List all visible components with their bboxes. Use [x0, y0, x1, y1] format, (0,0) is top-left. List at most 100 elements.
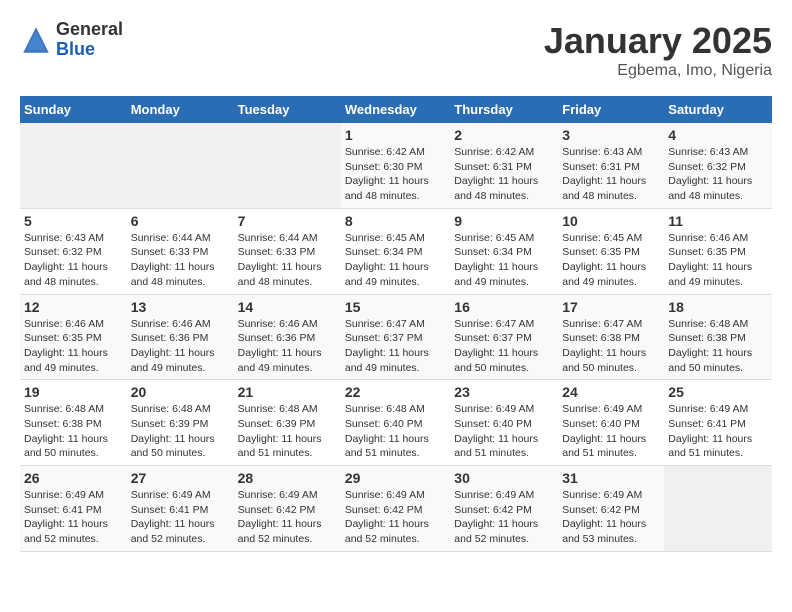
weekday-header-row: Sunday Monday Tuesday Wednesday Thursday…	[20, 96, 772, 123]
day-info: Sunrise: 6:47 AM Sunset: 6:37 PM Dayligh…	[454, 317, 554, 376]
calendar-cell: 2 Sunrise: 6:42 AM Sunset: 6:31 PM Daylig…	[450, 123, 558, 208]
calendar-cell: 4 Sunrise: 6:43 AM Sunset: 6:32 PM Daylig…	[664, 123, 772, 208]
calendar-cell: 19 Sunrise: 6:48 AM Sunset: 6:38 PM Dayli…	[20, 380, 127, 466]
day-number: 16	[454, 299, 554, 315]
day-info: Sunrise: 6:44 AM Sunset: 6:33 PM Dayligh…	[238, 231, 337, 290]
page-header: General Blue January 2025 Egbema, Imo, N…	[20, 20, 772, 80]
calendar-cell: 15 Sunrise: 6:47 AM Sunset: 6:37 PM Dayli…	[341, 294, 450, 380]
day-info: Sunrise: 6:49 AM Sunset: 6:42 PM Dayligh…	[562, 488, 660, 547]
day-number: 8	[345, 213, 446, 229]
day-number: 1	[345, 127, 446, 143]
day-number: 14	[238, 299, 337, 315]
calendar-cell: 25 Sunrise: 6:49 AM Sunset: 6:41 PM Dayli…	[664, 380, 772, 466]
calendar-cell: 24 Sunrise: 6:49 AM Sunset: 6:40 PM Dayli…	[558, 380, 664, 466]
day-number: 13	[131, 299, 230, 315]
day-number: 10	[562, 213, 660, 229]
calendar-week-row: 5 Sunrise: 6:43 AM Sunset: 6:32 PM Daylig…	[20, 208, 772, 294]
day-number: 6	[131, 213, 230, 229]
title-area: January 2025 Egbema, Imo, Nigeria	[544, 20, 772, 80]
day-number: 25	[668, 384, 768, 400]
calendar-cell: 6 Sunrise: 6:44 AM Sunset: 6:33 PM Daylig…	[127, 208, 234, 294]
calendar-cell: 9Sunrise: 6:45 AM Sunset: 6:34 PM Daylig…	[450, 208, 558, 294]
day-number: 2	[454, 127, 554, 143]
calendar-cell: 30 Sunrise: 6:49 AM Sunset: 6:42 PM Dayli…	[450, 466, 558, 552]
day-info: Sunrise: 6:42 AM Sunset: 6:30 PM Dayligh…	[345, 145, 446, 204]
day-number: 19	[24, 384, 123, 400]
day-info: Sunrise: 6:43 AM Sunset: 6:32 PM Dayligh…	[24, 231, 123, 290]
calendar-cell: 11 Sunrise: 6:46 AM Sunset: 6:35 PM Dayli…	[664, 208, 772, 294]
day-info: Sunrise: 6:48 AM Sunset: 6:39 PM Dayligh…	[238, 402, 337, 461]
calendar-cell: 17Sunrise: 6:47 AM Sunset: 6:38 PM Dayli…	[558, 294, 664, 380]
day-number: 31	[562, 470, 660, 486]
day-info: Sunrise: 6:46 AM Sunset: 6:36 PM Dayligh…	[131, 317, 230, 376]
calendar-body: 1 Sunrise: 6:42 AM Sunset: 6:30 PM Daylig…	[20, 123, 772, 551]
day-info: Sunrise: 6:48 AM Sunset: 6:38 PM Dayligh…	[24, 402, 123, 461]
calendar-subtitle: Egbema, Imo, Nigeria	[544, 62, 772, 80]
calendar-week-row: 26 Sunrise: 6:49 AM Sunset: 6:41 PM Dayli…	[20, 466, 772, 552]
calendar-cell: 28Sunrise: 6:49 AM Sunset: 6:42 PM Dayli…	[234, 466, 341, 552]
day-info: Sunrise: 6:46 AM Sunset: 6:35 PM Dayligh…	[668, 231, 768, 290]
calendar-table: Sunday Monday Tuesday Wednesday Thursday…	[20, 96, 772, 552]
day-number: 9	[454, 213, 554, 229]
day-number: 11	[668, 213, 768, 229]
header-wednesday: Wednesday	[341, 96, 450, 123]
calendar-week-row: 1 Sunrise: 6:42 AM Sunset: 6:30 PM Daylig…	[20, 123, 772, 208]
calendar-cell: 1 Sunrise: 6:42 AM Sunset: 6:30 PM Daylig…	[341, 123, 450, 208]
day-info: Sunrise: 6:45 AM Sunset: 6:34 PM Dayligh…	[345, 231, 446, 290]
day-info: Sunrise: 6:49 AM Sunset: 6:41 PM Dayligh…	[24, 488, 123, 547]
calendar-cell: 3 Sunrise: 6:43 AM Sunset: 6:31 PM Daylig…	[558, 123, 664, 208]
day-info: Sunrise: 6:49 AM Sunset: 6:42 PM Dayligh…	[454, 488, 554, 547]
day-number: 24	[562, 384, 660, 400]
day-number: 20	[131, 384, 230, 400]
day-info: Sunrise: 6:49 AM Sunset: 6:40 PM Dayligh…	[454, 402, 554, 461]
calendar-cell: 18 Sunrise: 6:48 AM Sunset: 6:38 PM Dayli…	[664, 294, 772, 380]
logo: General Blue	[20, 20, 123, 60]
day-number: 12	[24, 299, 123, 315]
day-number: 23	[454, 384, 554, 400]
day-info: Sunrise: 6:43 AM Sunset: 6:32 PM Dayligh…	[668, 145, 768, 204]
day-number: 15	[345, 299, 446, 315]
day-number: 18	[668, 299, 768, 315]
day-number: 26	[24, 470, 123, 486]
calendar-cell: 26 Sunrise: 6:49 AM Sunset: 6:41 PM Dayli…	[20, 466, 127, 552]
day-number: 7	[238, 213, 337, 229]
day-info: Sunrise: 6:49 AM Sunset: 6:42 PM Dayligh…	[345, 488, 446, 547]
calendar-cell: 22Sunrise: 6:48 AM Sunset: 6:40 PM Dayli…	[341, 380, 450, 466]
day-info: Sunrise: 6:47 AM Sunset: 6:37 PM Dayligh…	[345, 317, 446, 376]
calendar-cell	[127, 123, 234, 208]
day-number: 21	[238, 384, 337, 400]
day-number: 30	[454, 470, 554, 486]
day-number: 27	[131, 470, 230, 486]
day-number: 4	[668, 127, 768, 143]
day-info: Sunrise: 6:48 AM Sunset: 6:40 PM Dayligh…	[345, 402, 446, 461]
day-info: Sunrise: 6:48 AM Sunset: 6:39 PM Dayligh…	[131, 402, 230, 461]
day-info: Sunrise: 6:46 AM Sunset: 6:35 PM Dayligh…	[24, 317, 123, 376]
day-info: Sunrise: 6:44 AM Sunset: 6:33 PM Dayligh…	[131, 231, 230, 290]
day-info: Sunrise: 6:49 AM Sunset: 6:41 PM Dayligh…	[668, 402, 768, 461]
day-info: Sunrise: 6:42 AM Sunset: 6:31 PM Dayligh…	[454, 145, 554, 204]
logo-blue: Blue	[56, 40, 123, 60]
calendar-cell: 12 Sunrise: 6:46 AM Sunset: 6:35 PM Dayli…	[20, 294, 127, 380]
calendar-header: Sunday Monday Tuesday Wednesday Thursday…	[20, 96, 772, 123]
calendar-cell: 31 Sunrise: 6:49 AM Sunset: 6:42 PM Dayli…	[558, 466, 664, 552]
calendar-cell	[234, 123, 341, 208]
calendar-title: January 2025	[544, 20, 772, 62]
day-info: Sunrise: 6:48 AM Sunset: 6:38 PM Dayligh…	[668, 317, 768, 376]
header-friday: Friday	[558, 96, 664, 123]
calendar-cell	[20, 123, 127, 208]
calendar-cell: 13 Sunrise: 6:46 AM Sunset: 6:36 PM Dayli…	[127, 294, 234, 380]
day-info: Sunrise: 6:49 AM Sunset: 6:40 PM Dayligh…	[562, 402, 660, 461]
calendar-cell: 8 Sunrise: 6:45 AM Sunset: 6:34 PM Daylig…	[341, 208, 450, 294]
header-sunday: Sunday	[20, 96, 127, 123]
calendar-cell: 7 Sunrise: 6:44 AM Sunset: 6:33 PM Daylig…	[234, 208, 341, 294]
day-number: 5	[24, 213, 123, 229]
day-number: 3	[562, 127, 660, 143]
day-info: Sunrise: 6:45 AM Sunset: 6:35 PM Dayligh…	[562, 231, 660, 290]
calendar-cell: 27Sunrise: 6:49 AM Sunset: 6:41 PM Dayli…	[127, 466, 234, 552]
day-info: Sunrise: 6:46 AM Sunset: 6:36 PM Dayligh…	[238, 317, 337, 376]
calendar-cell: 23 Sunrise: 6:49 AM Sunset: 6:40 PM Dayli…	[450, 380, 558, 466]
day-info: Sunrise: 6:43 AM Sunset: 6:31 PM Dayligh…	[562, 145, 660, 204]
header-saturday: Saturday	[664, 96, 772, 123]
header-thursday: Thursday	[450, 96, 558, 123]
header-monday: Monday	[127, 96, 234, 123]
